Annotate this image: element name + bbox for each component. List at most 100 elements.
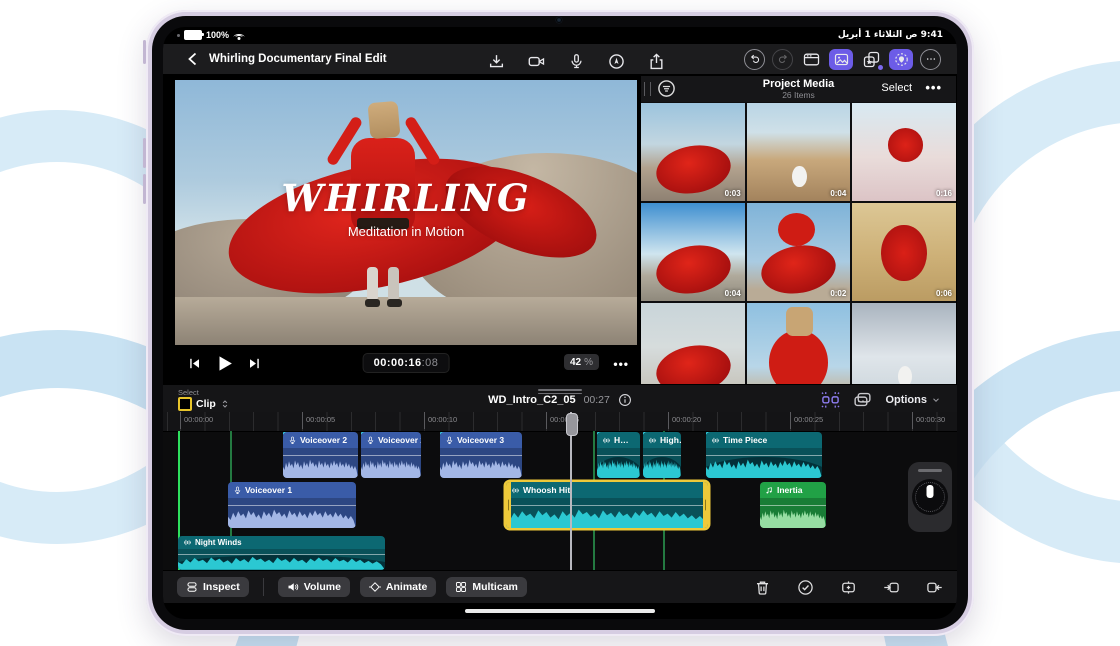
media-thumbnail[interactable]: 0:16 <box>852 103 956 201</box>
timeline-clip[interactable]: Voiceover 2 <box>361 432 421 478</box>
timeline-header: Select Clip WD_Intro_C2_05 00:27 Options <box>163 384 957 413</box>
timeline-header-right: Options <box>821 390 941 409</box>
video-title-overlay: WHIRLING <box>175 176 637 220</box>
select-button[interactable]: Select <box>881 82 912 94</box>
media-grid: 0:030:04 0:16 0:040:020:06 <box>641 103 956 384</box>
clip-waveform-area <box>506 498 708 528</box>
app-screen: 100% 9:41 ص الثلاثاء 1 أبريل Whirling Do… <box>163 27 957 619</box>
skip-forward-button[interactable] <box>247 356 262 371</box>
media-thumbnail[interactable]: 0:06 <box>852 203 956 301</box>
button-label: Multicam <box>472 581 518 593</box>
playhead-handle[interactable] <box>566 413 578 436</box>
media-thumbnail[interactable]: 0:04 <box>641 203 745 301</box>
trim-handle-left[interactable] <box>506 482 511 528</box>
mic-icon[interactable] <box>565 50 587 72</box>
waveform <box>643 454 681 478</box>
mask-icon[interactable] <box>889 49 913 70</box>
timeline-clip[interactable]: H… <box>597 432 640 478</box>
chevron-down-icon <box>931 395 941 405</box>
more-icon[interactable] <box>920 49 941 70</box>
draw-icon[interactable] <box>605 50 627 72</box>
wave-icon <box>648 436 657 445</box>
media-thumbnail[interactable] <box>852 303 956 384</box>
volume-line <box>361 455 421 456</box>
media-thumbnail[interactable]: 0:03 <box>641 103 745 201</box>
trash-icon[interactable] <box>754 579 771 596</box>
thumb-dancer <box>769 330 827 384</box>
clip-waveform-area <box>760 498 826 528</box>
timeline-ruler[interactable]: 00:00:0000:00:0500:00:1000:00:1500:00:20… <box>163 412 957 432</box>
clip-label: Night Winds <box>195 538 242 547</box>
volume-button[interactable]: Volume <box>278 577 350 597</box>
media-thumbnail[interactable]: 0:04 <box>747 103 851 201</box>
jog-dial[interactable] <box>912 479 948 515</box>
volume-line <box>440 455 522 456</box>
options-button[interactable]: Options <box>885 394 941 406</box>
timeline-clip[interactable]: Voiceover 2 <box>283 432 358 478</box>
viewer-more-button[interactable]: ••• <box>613 357 629 371</box>
waveform <box>283 454 358 478</box>
redo-icon[interactable] <box>772 49 793 70</box>
home-indicator[interactable] <box>465 609 655 614</box>
note-icon <box>765 486 774 495</box>
skip-back-button[interactable] <box>187 356 202 371</box>
clip-label: Whoosh Hit <box>523 485 570 495</box>
video-viewer[interactable]: WHIRLING Meditation in Motion <box>175 80 637 345</box>
ruler-label: 00:00:00 <box>184 415 213 424</box>
media-icon[interactable] <box>829 49 853 70</box>
media-thumbnail[interactable] <box>641 303 745 384</box>
transport-controls <box>187 354 262 373</box>
play-button[interactable] <box>215 354 234 373</box>
magnetic-timeline-icon[interactable] <box>821 390 840 409</box>
clip-label: H… <box>614 435 629 445</box>
volume-down-button <box>143 174 146 204</box>
timeline-clip[interactable]: Whoosh Hit <box>506 482 708 528</box>
clip-label: Voiceover 1 <box>245 485 292 495</box>
share-icon[interactable] <box>645 50 667 72</box>
timeline-clip[interactable]: High… <box>643 432 681 478</box>
undo-icon[interactable] <box>744 49 765 70</box>
multicam-button[interactable]: Multicam <box>446 577 527 597</box>
trim-handle-right[interactable] <box>703 482 708 528</box>
thumb-dancer <box>652 240 734 299</box>
effects-icon[interactable] <box>860 48 882 70</box>
button-label: Volume <box>304 581 341 593</box>
media-thumbnail[interactable] <box>747 303 851 384</box>
approve-icon[interactable] <box>797 579 814 596</box>
inspect-button[interactable]: Inspect <box>177 577 249 597</box>
timeline-clip[interactable]: Time Piece <box>706 432 822 478</box>
insert-icon[interactable] <box>883 579 900 596</box>
mic-icon <box>233 486 242 495</box>
zoom-level-control[interactable]: 42% <box>564 354 599 370</box>
clip-header: Voiceover 2 <box>283 432 358 448</box>
toolbar-center-icons <box>485 50 667 72</box>
dancer <box>365 299 380 307</box>
picture-in-picture-icon[interactable] <box>853 390 872 409</box>
timeline-clip[interactable]: Voiceover 1 <box>228 482 356 528</box>
timeline-clip[interactable]: Voiceover 3 <box>440 432 522 478</box>
wave-icon <box>511 486 520 495</box>
media-thumbnail[interactable]: 0:02 <box>747 203 851 301</box>
timeline-clip[interactable]: Night Winds <box>178 536 385 570</box>
clip-label: High… <box>660 435 681 445</box>
import-icon[interactable] <box>485 50 507 72</box>
camera-icon[interactable] <box>525 50 547 72</box>
back-button[interactable] <box>185 51 201 67</box>
timecode-display[interactable]: 00:00:16:08 <box>363 353 450 373</box>
selected-clip-duration: 00:27 <box>584 394 610 406</box>
dial-drag-handle[interactable] <box>918 469 942 472</box>
info-icon[interactable] <box>618 393 632 407</box>
browser-icon[interactable] <box>800 48 822 70</box>
page-background: 100% 9:41 ص الثلاثاء 1 أبريل Whirling Do… <box>0 0 1120 646</box>
connect-icon[interactable] <box>840 579 857 596</box>
thumbnail-duration: 0:16 <box>936 189 952 198</box>
clip-waveform-area <box>597 448 640 478</box>
project-title: Whirling Documentary Final Edit <box>209 53 387 65</box>
ruler-label: 00:00:30 <box>916 415 945 424</box>
timeline-clip[interactable]: Inertia <box>760 482 826 528</box>
media-more-button[interactable]: ••• <box>925 80 942 95</box>
clip-label: Voiceover 2 <box>300 435 347 445</box>
overwrite-icon[interactable] <box>926 579 943 596</box>
animate-button[interactable]: Animate <box>360 577 436 597</box>
clip-waveform-area <box>440 448 522 478</box>
